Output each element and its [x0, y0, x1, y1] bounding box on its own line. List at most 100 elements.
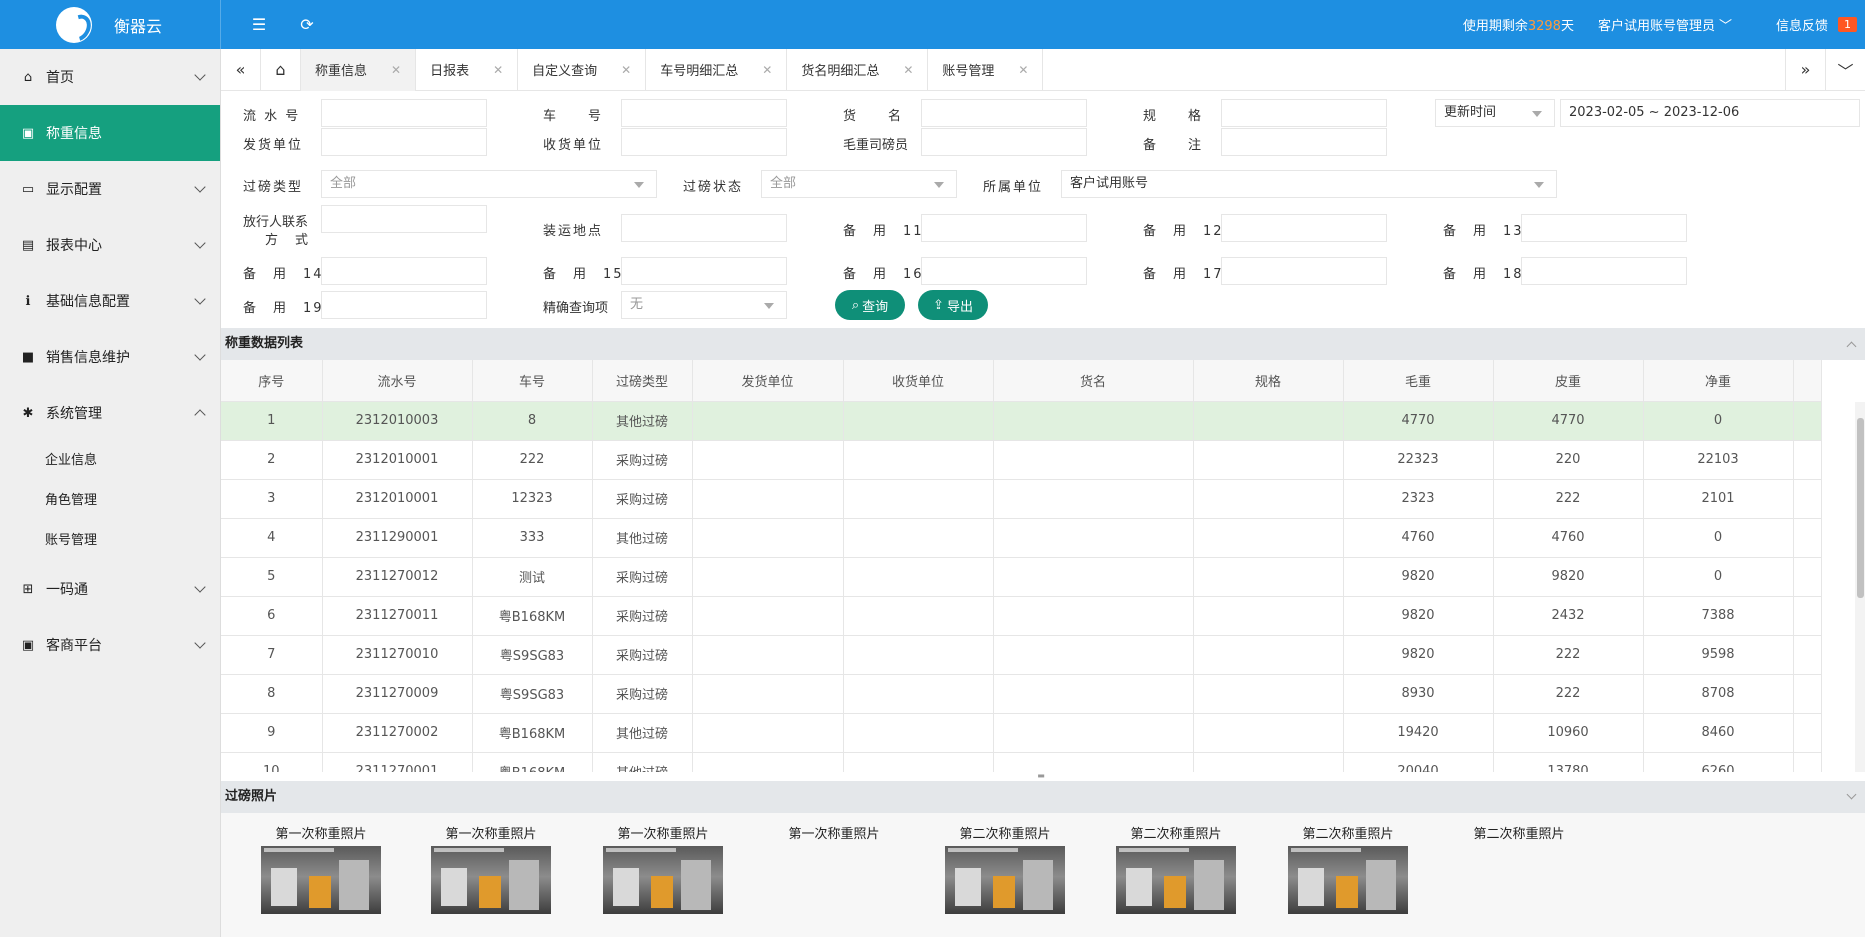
table-row[interactable]: 5 2311270012 测试 采购过磅 9820 9820 0 [221, 557, 1822, 597]
tab-account-management[interactable]: 账号管理 ✕ [928, 48, 1044, 91]
unit-select[interactable]: 客户试用账号 [1061, 170, 1557, 198]
close-icon[interactable]: ✕ [391, 63, 401, 77]
tab-daily-report[interactable]: 日报表 ✕ [416, 48, 519, 91]
query-button[interactable]: ⌕ 查询 [835, 290, 905, 320]
table-row[interactable]: 6 2311270011 粤B168KM 采购过磅 9820 2432 7388 [221, 596, 1822, 636]
close-icon[interactable]: ✕ [493, 63, 503, 77]
col-weigh-type[interactable]: 过磅类型 [592, 360, 693, 402]
sidebar-subitem-roles[interactable]: 角色管理 [0, 481, 220, 521]
weigh-photo[interactable]: 第一次称重照片 [598, 823, 728, 914]
scrollbar-thumb[interactable] [1857, 418, 1864, 598]
col-shipper[interactable]: 发货单位 [692, 360, 844, 402]
feedback-link[interactable]: 信息反馈 [1776, 15, 1828, 34]
receiver-input[interactable] [621, 128, 787, 156]
col-serial[interactable]: 流水号 [322, 360, 473, 402]
sidebar-item-home[interactable]: ⌂ 首页 [0, 49, 220, 105]
sidebar-item-system[interactable]: ✱ 系统管理 [0, 385, 220, 441]
weigh-photo[interactable]: 第二次称重照片 [940, 823, 1070, 914]
photo-thumbnail[interactable] [431, 846, 551, 914]
spare12-input[interactable] [1221, 214, 1387, 242]
spare17-input[interactable] [1221, 257, 1387, 285]
sidebar-item-sales[interactable]: ■ 销售信息维护 [0, 329, 220, 385]
tab-plate-summary[interactable]: 车号明细汇总 ✕ [646, 48, 788, 91]
exact-query-select[interactable]: 无 [621, 291, 787, 319]
sidebar-item-reports[interactable]: ▤ 报表中心 [0, 217, 220, 273]
releaser-contact-input[interactable] [321, 205, 487, 233]
serial-input[interactable] [321, 99, 487, 127]
table-row[interactable]: 3 2312010001 12323 采购过磅 2323 222 2101 [221, 479, 1822, 519]
spare19-input[interactable] [321, 291, 487, 319]
tab-goods-summary[interactable]: 货名明细汇总 ✕ [787, 48, 929, 91]
weigh-photo[interactable]: 第二次称重照片 [1454, 823, 1584, 842]
sidebar-item-one-code[interactable]: ⊞ 一码通 [0, 561, 220, 617]
expand-icon[interactable] [1846, 789, 1857, 800]
tab-weighing[interactable]: 称重信息 ✕ [301, 48, 417, 91]
weigh-status-select[interactable]: 全部 [761, 170, 957, 198]
col-tare[interactable]: 皮重 [1493, 360, 1644, 402]
col-gross[interactable]: 毛重 [1343, 360, 1494, 402]
refresh-icon[interactable]: ⟳ [297, 15, 317, 35]
panel-resize-handle[interactable]: ▬ [1034, 772, 1048, 780]
weigh-type-select[interactable]: 全部 [321, 170, 657, 198]
table-row[interactable]: 4 2311290001 333 其他过磅 4760 4760 0 [221, 518, 1822, 558]
table-row[interactable]: 1 2312010003 8 其他过磅 4770 4770 0 [221, 401, 1822, 441]
photo-thumbnail[interactable] [1116, 846, 1236, 914]
col-index[interactable]: 序号 [221, 360, 323, 402]
load-place-input[interactable] [621, 214, 787, 242]
spare15-input[interactable] [621, 257, 787, 285]
col-spec[interactable]: 规格 [1193, 360, 1344, 402]
col-receiver[interactable]: 收货单位 [843, 360, 994, 402]
shipper-input[interactable] [321, 128, 487, 156]
col-net[interactable]: 净重 [1643, 360, 1794, 402]
collapse-icon[interactable] [1846, 341, 1857, 352]
photo-thumbnail[interactable] [261, 846, 381, 914]
tabs-menu-chevron-icon[interactable]: ﹀ [1825, 48, 1865, 91]
remark-input[interactable] [1221, 128, 1387, 156]
photos-section-header[interactable]: 过磅照片 [221, 781, 1865, 813]
spec-input[interactable] [1221, 99, 1387, 127]
weigh-photo[interactable]: 第一次称重照片 [426, 823, 556, 914]
date-range-input[interactable]: 2023-02-05 ~ 2023-12-06 [1560, 99, 1860, 127]
table-scrollbar[interactable] [1855, 402, 1865, 772]
brand[interactable]: 衡器云 [0, 0, 221, 49]
list-section-header[interactable]: 称重数据列表 [221, 328, 1865, 360]
menu-toggle-icon[interactable]: ☰ [249, 15, 269, 35]
spare11-input[interactable] [921, 214, 1087, 242]
close-icon[interactable]: ✕ [1018, 63, 1028, 77]
close-icon[interactable]: ✕ [621, 63, 631, 77]
plate-input[interactable] [621, 99, 787, 127]
weigh-photo[interactable]: 第二次称重照片 [1283, 823, 1413, 914]
goods-input[interactable] [921, 99, 1087, 127]
export-button[interactable]: ⇪ 导出 [918, 290, 988, 320]
table-row[interactable]: 2 2312010001 222 采购过磅 22323 220 22103 [221, 440, 1822, 480]
sidebar-item-display-config[interactable]: ▭ 显示配置 [0, 161, 220, 217]
spare18-input[interactable] [1521, 257, 1687, 285]
col-goods[interactable]: 货名 [993, 360, 1194, 402]
sidebar-item-weighing[interactable]: ▣ 称重信息 [0, 105, 220, 161]
table-row[interactable]: 102311270001粤B168KM其他过磅 20040137806260 [221, 752, 1822, 772]
tabs-scroll-left-icon[interactable]: « [221, 48, 261, 91]
sidebar-subitem-accounts[interactable]: 账号管理 [0, 521, 220, 561]
photo-thumbnail[interactable] [1288, 846, 1408, 914]
table-row[interactable]: 8 2311270009 粤S9SG83 采购过磅 8930 222 8708 [221, 674, 1822, 714]
weigh-photo[interactable]: 第二次称重照片 [1111, 823, 1241, 914]
spare14-input[interactable] [321, 257, 487, 285]
tabs-scroll-right-icon[interactable]: » [1785, 48, 1825, 91]
sidebar-item-merchant[interactable]: ▣ 客商平台 [0, 617, 220, 673]
col-plate[interactable]: 车号 [472, 360, 593, 402]
sidebar-subitem-company[interactable]: 企业信息 [0, 441, 220, 481]
time-type-select[interactable]: 更新时间 [1435, 99, 1555, 127]
photo-thumbnail[interactable] [603, 846, 723, 914]
close-icon[interactable]: ✕ [762, 63, 772, 77]
user-menu[interactable]: 客户试用账号管理员 ﹀ [1598, 15, 1732, 34]
weigh-photo[interactable]: 第一次称重照片 [256, 823, 386, 914]
table-row[interactable]: 7 2311270010 粤S9SG83 采购过磅 9820 222 9598 [221, 635, 1822, 675]
photo-thumbnail[interactable] [945, 846, 1065, 914]
tab-custom-query[interactable]: 自定义查询 ✕ [518, 48, 647, 91]
gross-operator-input[interactable] [921, 128, 1087, 156]
spare13-input[interactable] [1521, 214, 1687, 242]
home-tab-icon[interactable]: ⌂ [261, 48, 301, 91]
close-icon[interactable]: ✕ [903, 63, 913, 77]
spare16-input[interactable] [921, 257, 1087, 285]
sidebar-item-basic-config[interactable]: ℹ 基础信息配置 [0, 273, 220, 329]
